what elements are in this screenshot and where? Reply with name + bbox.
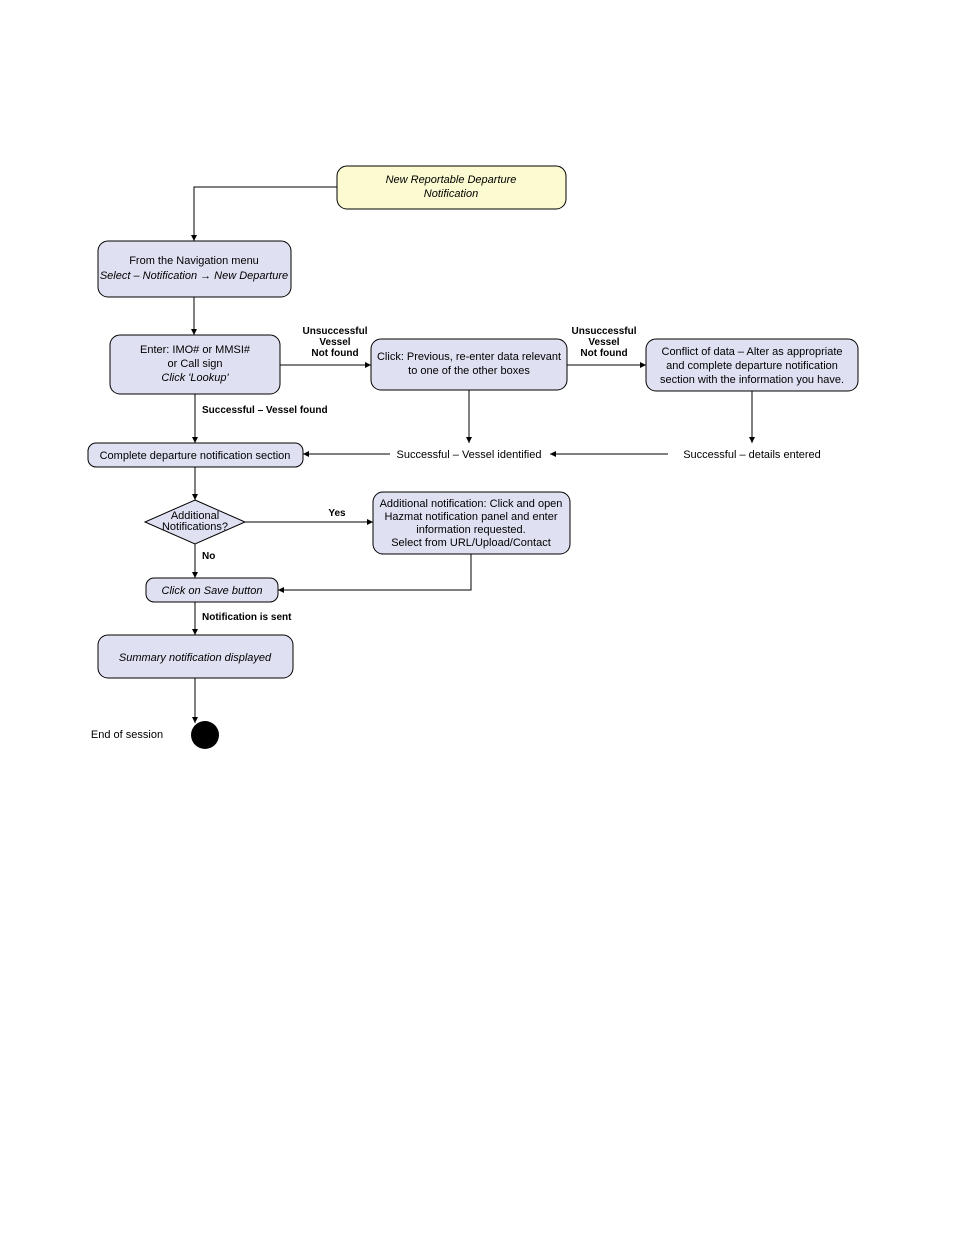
complete-text: Complete departure notification section — [100, 450, 291, 462]
conflict-text-l1: Conflict of data – Alter as appropriate — [662, 346, 843, 358]
lbl-yes: Yes — [328, 508, 346, 519]
addnot-text-l4: Select from URL/Upload/Contact — [391, 537, 551, 549]
enter-text-l2: or Call sign — [167, 358, 222, 370]
end-circle-icon — [191, 721, 219, 749]
lbl-unsucc-b-2: Vessel — [588, 337, 619, 348]
edge-addnot-to-save — [278, 554, 471, 590]
decision-text-l2: Notifications? — [162, 521, 228, 533]
addnot-text-l2: Hazmat notification panel and enter — [384, 511, 557, 523]
lbl-succ-found: Successful – Vessel found — [202, 405, 328, 416]
edge-start-to-nav — [194, 187, 337, 241]
addnot-text-l3: information requested. — [416, 524, 525, 536]
lbl-unsucc-b-3: Not found — [580, 348, 627, 359]
lbl-no: No — [202, 551, 215, 562]
lbl-unsucc-b-1: Unsuccessful — [571, 326, 636, 337]
lbl-succ-id: Successful – Vessel identified — [397, 449, 542, 461]
conflict-text-l3: section with the information you have. — [660, 374, 844, 386]
lbl-sent: Notification is sent — [202, 612, 292, 623]
nav-text-l2: Select – Notification → New Departure — [100, 270, 288, 282]
conflict-text-l2: and complete departure notification — [666, 360, 838, 372]
summary-text: Summary notification displayed — [119, 652, 272, 664]
start-text-l1: New Reportable Departure — [386, 174, 517, 186]
addnot-text-l1: Additional notification: Click and open — [380, 498, 563, 510]
nav-text-l1: From the Navigation menu — [129, 255, 259, 267]
enter-text-l1: Enter: IMO# or MMSI# — [140, 344, 251, 356]
nav-box — [98, 241, 291, 297]
lbl-unsucc-a-3: Not found — [311, 348, 358, 359]
enter-text-l3: Click 'Lookup' — [161, 372, 229, 384]
end-text: End of session — [91, 729, 163, 741]
lbl-unsucc-a-1: Unsuccessful — [302, 326, 367, 337]
start-text-l2: Notification — [424, 188, 478, 200]
previous-text-l2: to one of the other boxes — [408, 365, 530, 377]
lbl-succ-details: Successful – details entered — [683, 449, 821, 461]
save-text: Click on Save button — [162, 585, 263, 597]
lbl-unsucc-a-2: Vessel — [319, 337, 350, 348]
previous-text-l1: Click: Previous, re-enter data relevant — [377, 351, 561, 363]
